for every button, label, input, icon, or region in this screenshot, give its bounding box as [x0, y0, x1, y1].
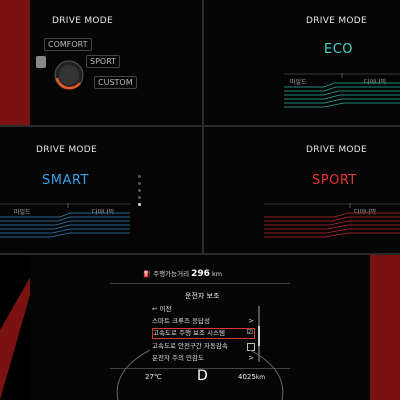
menu-title: 운전자 보조 [185, 292, 220, 300]
mode-dial-icon[interactable] [52, 58, 86, 92]
option-sport[interactable]: SPORT [86, 55, 121, 68]
menu-item-label: 운전자 주의 민감도 [152, 354, 204, 362]
gauge-arc-right [249, 350, 284, 400]
panel-title: DRIVE MODE [36, 145, 98, 155]
panel-title: DRIVE MODE [306, 16, 368, 26]
menu-item-hda[interactable]: 고속도로 주행 보조 시스템 ☑ [152, 328, 255, 339]
smart-road-graphic [0, 203, 130, 238]
drive-mode-panel-eco: DRIVE MODE ECO 마일드 다이나믹 [204, 0, 400, 125]
fuel-pump-icon: ⛽ [143, 270, 152, 278]
back-icon: ↩ [152, 305, 158, 313]
dial-indicator [36, 56, 46, 68]
menu-item-label: 고속도로 주행 보조 시스템 [153, 329, 225, 337]
drive-mode-panel-smart: DRIVE MODE SMART 마일드 다이나믹 [0, 127, 202, 253]
range-readout: ⛽ 주행가능거리 296 km [143, 268, 222, 279]
mode-name-eco: ECO [324, 42, 354, 57]
menu-item-driver-attention[interactable]: 운전자 주의 민감도 > [152, 353, 255, 364]
drive-mode-panel-sport: DRIVE MODE SPORT 다이나믹 [204, 127, 400, 253]
sport-road-graphic [264, 203, 400, 238]
menu-item-hw-speed-auto[interactable]: 고속도로 안전구간 자동감속 [152, 341, 255, 352]
range-value: 296 [191, 269, 210, 279]
menu-item-label: 이전 [159, 305, 172, 313]
eco-road-graphic [284, 73, 400, 108]
mode-name-sport: SPORT [312, 173, 357, 188]
panel-title: DRIVE MODE [306, 145, 368, 155]
range-unit: km [212, 270, 223, 278]
drive-mode-panel-comfort: DRIVE MODE COMFORT SPORT CUSTOM [30, 0, 202, 125]
menu-item-label: 고속도로 안전구간 자동감속 [152, 342, 228, 350]
option-custom[interactable]: CUSTOM [94, 76, 137, 89]
range-label: 주행가능거리 [153, 270, 190, 278]
gauge-arc-left [116, 350, 151, 400]
mode-name-smart: SMART [42, 173, 89, 188]
checkbox-checked-icon[interactable]: ☑ [247, 328, 253, 337]
option-comfort[interactable]: COMFORT [44, 38, 92, 51]
menu-item-label: 스마트 크루즈 응답성 [152, 317, 210, 325]
menu-item-scc-response[interactable]: 스마트 크루즈 응답성 > [152, 316, 255, 327]
gear-indicator: D [197, 368, 208, 384]
menu-item-back[interactable]: ↩ 이전 [152, 304, 255, 315]
cluster-divider [110, 283, 290, 284]
panel-title: DRIVE MODE [52, 16, 114, 26]
chevron-right-icon: > [248, 317, 254, 325]
mode-page-indicator [138, 175, 141, 206]
